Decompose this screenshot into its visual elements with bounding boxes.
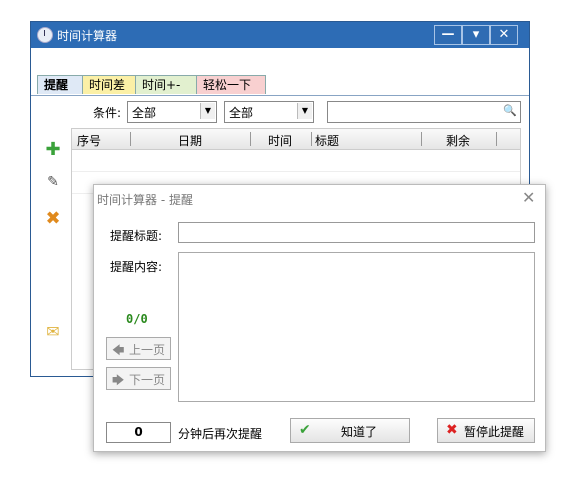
filter-select-2[interactable]: 全部 ▼ bbox=[224, 101, 314, 123]
col-index[interactable]: 序号 bbox=[77, 132, 101, 149]
add-icon[interactable]: ✚ bbox=[43, 140, 63, 160]
edit-icon[interactable]: ✎ bbox=[43, 172, 63, 192]
snooze-minutes-input[interactable]: 0 bbox=[106, 422, 171, 443]
dialog-title: 时间计算器 - 提醒 bbox=[97, 193, 193, 207]
page-counter: 0/0 bbox=[126, 312, 148, 326]
close-icon[interactable]: ✕ bbox=[522, 188, 535, 207]
clock-icon bbox=[37, 27, 53, 43]
col-remaining[interactable]: 剩余 bbox=[446, 132, 470, 149]
col-time[interactable]: 时间 bbox=[268, 132, 292, 149]
next-page-label: 下一页 bbox=[129, 373, 166, 387]
filter-select-2-value: 全部 bbox=[229, 106, 254, 120]
arrow-left-icon: 🡄 bbox=[112, 343, 125, 357]
next-page-button[interactable]: 🡆 下一页 bbox=[106, 367, 171, 390]
delete-icon[interactable]: ✖ bbox=[43, 209, 63, 229]
filter-select-1[interactable]: 全部 ▼ bbox=[127, 101, 217, 123]
reminder-title-label: 提醒标题: bbox=[110, 229, 163, 243]
tab-time-add[interactable]: 时间+- bbox=[135, 75, 197, 94]
snooze-minutes-label: 分钟后再次提醒 bbox=[178, 427, 263, 441]
chevron-down-icon: ▼ bbox=[297, 103, 312, 119]
col-separator bbox=[496, 132, 497, 146]
filter-select-1-value: 全部 bbox=[132, 106, 157, 120]
close-button[interactable]: ✕ bbox=[490, 25, 518, 45]
minimize-button[interactable]: — bbox=[434, 25, 462, 45]
tab-time-diff[interactable]: 时间差 bbox=[82, 75, 136, 94]
pause-reminder-button[interactable]: ✖ 暂停此提醒 bbox=[437, 418, 535, 443]
filter-label: 条件: bbox=[93, 106, 122, 120]
title-bar[interactable]: 时间计算器 — ▾ ✕ bbox=[31, 22, 529, 48]
col-separator bbox=[311, 132, 312, 146]
reminder-title-input[interactable] bbox=[178, 222, 535, 243]
table-header: 序号 日期 时间 标题 剩余 bbox=[72, 129, 520, 150]
reminder-dialog: 时间计算器 - 提醒 ✕ 提醒标题: 提醒内容: 0/0 🡄 上一页 🡆 下一页… bbox=[93, 184, 546, 452]
close-icon: ✖ bbox=[446, 422, 458, 438]
table-row bbox=[72, 171, 520, 172]
reminder-content-textarea[interactable] bbox=[178, 252, 535, 402]
tab-reminder[interactable]: 提醒 bbox=[37, 75, 83, 94]
pause-reminder-label: 暂停此提醒 bbox=[464, 425, 525, 439]
checkmark-icon: ✔ bbox=[299, 422, 311, 438]
tab-divider bbox=[31, 95, 529, 96]
col-title[interactable]: 标题 bbox=[315, 132, 339, 149]
acknowledge-label: 知道了 bbox=[341, 425, 378, 439]
col-separator bbox=[130, 132, 131, 146]
reminder-content-label: 提醒内容: bbox=[110, 260, 163, 274]
col-date[interactable]: 日期 bbox=[178, 132, 202, 149]
search-icon[interactable]: 🔍 bbox=[503, 104, 517, 117]
menu-button[interactable]: ▾ bbox=[462, 25, 490, 45]
col-separator bbox=[421, 132, 422, 146]
chevron-down-icon: ▼ bbox=[200, 103, 215, 119]
prev-page-label: 上一页 bbox=[129, 343, 166, 357]
message-icon[interactable]: ✉ bbox=[43, 322, 63, 342]
acknowledge-button[interactable]: ✔ 知道了 bbox=[290, 418, 410, 443]
window-title: 时间计算器 bbox=[57, 29, 118, 43]
prev-page-button[interactable]: 🡄 上一页 bbox=[106, 337, 171, 360]
arrow-right-icon: 🡆 bbox=[112, 373, 125, 387]
tab-relax[interactable]: 轻松一下 bbox=[196, 75, 266, 94]
col-separator bbox=[250, 132, 251, 146]
search-input[interactable]: 🔍 bbox=[327, 101, 521, 123]
